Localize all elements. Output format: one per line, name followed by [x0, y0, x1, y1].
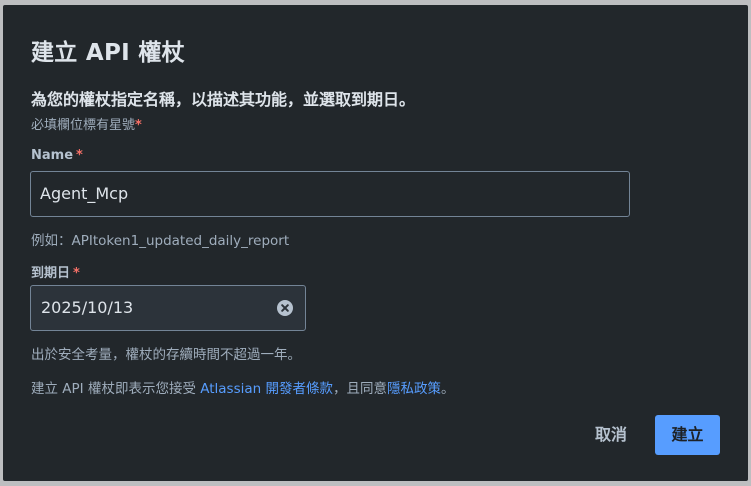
- privacy-policy-link[interactable]: 隱私政策: [387, 381, 441, 397]
- dialog-subtitle: 為您的權杖指定名稱，以描述其功能，並選取到期日。: [31, 90, 416, 109]
- clear-date-icon[interactable]: [277, 300, 293, 316]
- terms-suffix: 。: [441, 381, 455, 397]
- create-button[interactable]: 建立: [655, 415, 720, 455]
- expiry-date-label: 到期日 *: [31, 262, 80, 281]
- cancel-button[interactable]: 取消: [589, 415, 633, 455]
- expiry-helper-text: 出於安全考量，權杖的存續時間不超過一年。: [31, 347, 301, 363]
- name-required-asterisk: *: [76, 148, 83, 163]
- terms-middle: ，且同意: [333, 381, 387, 397]
- expiry-required-asterisk: *: [73, 266, 80, 281]
- name-label-text: Name: [31, 148, 74, 163]
- expiry-date-value: 2025/10/13: [41, 298, 134, 317]
- expiry-date-input[interactable]: 2025/10/13: [30, 285, 306, 331]
- terms-notice: 建立 API 權杖即表示您接受 Atlassian 開發者條款，且同意隱私政策。: [31, 377, 455, 397]
- required-fields-note: 必填欄位標有星號*: [31, 114, 142, 133]
- create-api-token-dialog: 建立 API 權杖 為您的權杖指定名稱，以描述其功能，並選取到期日。 必填欄位標…: [3, 5, 748, 481]
- required-asterisk: *: [135, 118, 142, 133]
- terms-prefix: 建立 API 權杖即表示您接受: [31, 381, 201, 397]
- name-field-label: Name *: [31, 148, 83, 163]
- developer-terms-link[interactable]: Atlassian 開發者條款: [200, 381, 333, 397]
- name-input[interactable]: Agent_Mcp: [30, 171, 630, 217]
- required-note-text: 必填欄位標有星號: [31, 118, 136, 133]
- dialog-title: 建立 API 權杖: [31, 40, 185, 66]
- expiry-label-text: 到期日: [31, 266, 71, 281]
- name-helper-text: 例如：APItoken1_updated_daily_report: [31, 233, 290, 249]
